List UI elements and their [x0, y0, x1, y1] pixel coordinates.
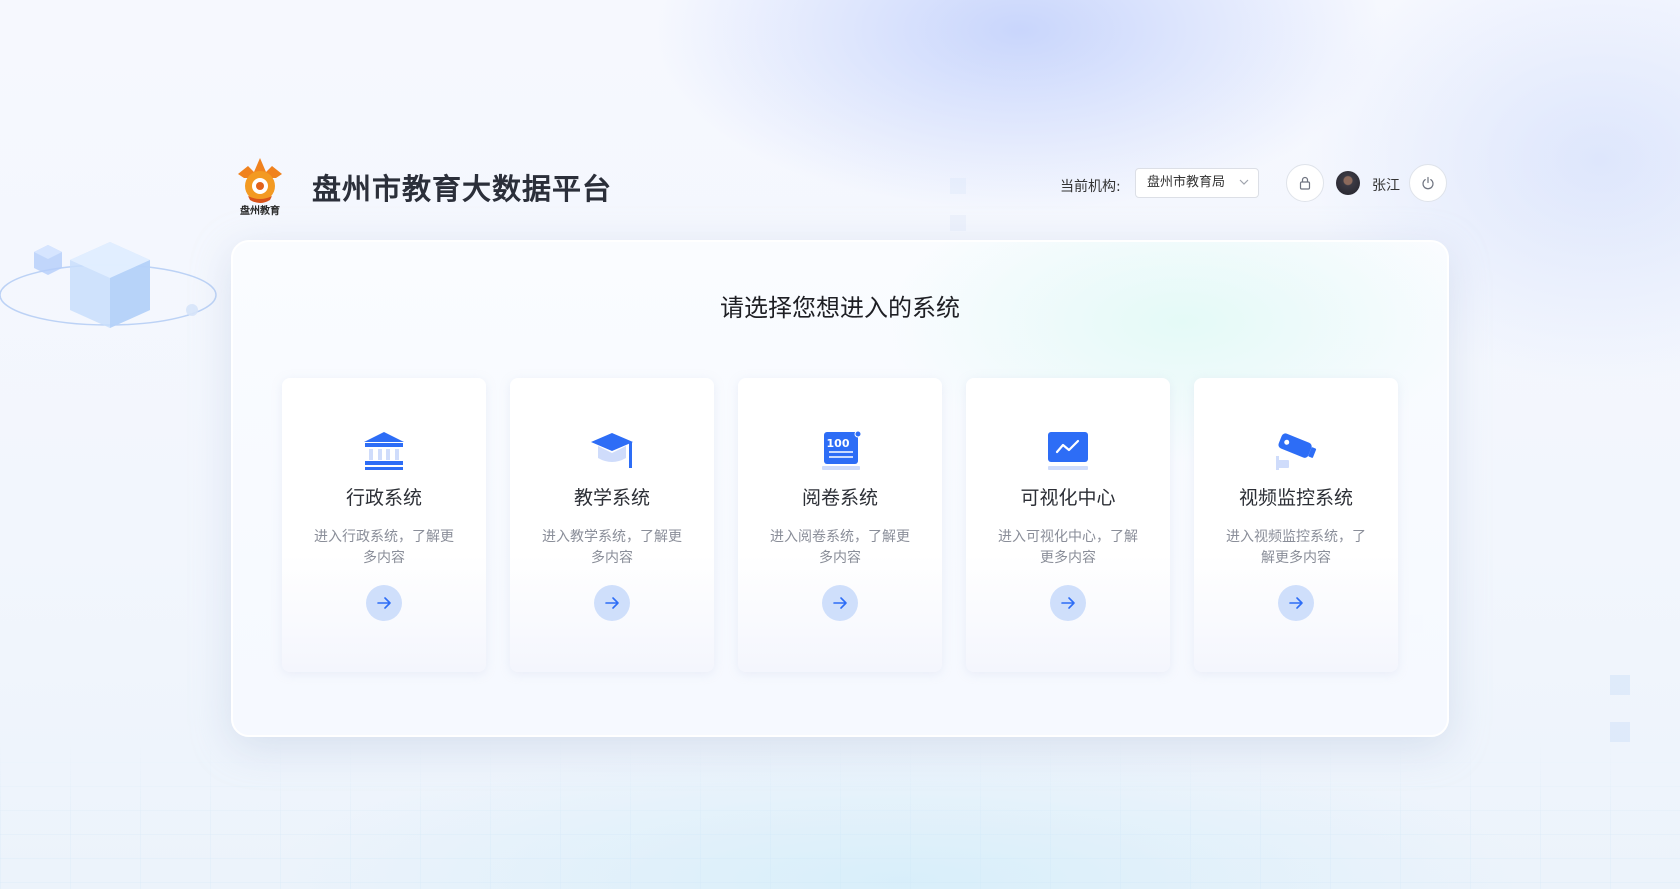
background-tile [1610, 722, 1630, 742]
logo: 盘州教育 [238, 158, 282, 217]
card-title: 教学系统 [573, 487, 650, 509]
system-card-grading[interactable]: 100 阅卷系统 进入阅卷系统，了解更多内容 [738, 378, 942, 672]
top-header: 盘州教育 盘州市教育大数据平台 当前机构: 盘州市教育局 张江 [232, 152, 1450, 218]
line-chart-icon [1048, 432, 1088, 470]
enter-button[interactable] [1278, 585, 1314, 621]
arrow-right-icon [833, 597, 847, 609]
card-description: 进入行政系统，了解更多内容 [314, 529, 454, 566]
user-name[interactable]: 张江 [1372, 175, 1400, 195]
app-title: 盘州市教育大数据平台 [312, 172, 613, 206]
panel-title: 请选择您想进入的系统 [720, 294, 960, 322]
svg-text:盘州教育: 盘州教育 [240, 204, 280, 217]
card-title: 视频监控系统 [1238, 487, 1353, 509]
enter-button[interactable] [1050, 585, 1086, 621]
card-description: 进入阅卷系统，了解更多内容 [770, 529, 910, 566]
avatar[interactable] [1336, 171, 1360, 195]
background-tile [1610, 675, 1630, 695]
bank-icon [364, 432, 404, 470]
enter-button[interactable] [366, 585, 402, 621]
card-title: 阅卷系统 [801, 487, 878, 509]
enter-button[interactable] [594, 585, 630, 621]
system-card-video-surveillance[interactable]: 视频监控系统 进入视频监控系统，了解更多内容 [1194, 378, 1398, 672]
graduation-cap-icon [591, 433, 633, 468]
arrow-right-icon [1289, 597, 1303, 609]
svg-text:100: 100 [827, 437, 850, 450]
power-icon [1422, 176, 1434, 190]
card-title: 行政系统 [345, 487, 422, 509]
lock-button[interactable] [1286, 164, 1324, 202]
card-title: 可视化中心 [1020, 487, 1116, 509]
org-label: 当前机构: [1060, 179, 1121, 195]
score-100-icon: 100 [822, 430, 862, 470]
system-card-teaching[interactable]: 教学系统 进入教学系统，了解更多内容 [510, 378, 714, 672]
enter-button[interactable] [822, 585, 858, 621]
org-select-value: 盘州市教育局 [1147, 175, 1226, 190]
background-floor-grid [0, 739, 1680, 889]
arrow-right-icon [605, 597, 619, 609]
chevron-down-icon [1239, 169, 1249, 208]
lock-icon [1299, 176, 1311, 190]
arrow-right-icon [1061, 597, 1075, 609]
logout-button[interactable] [1409, 164, 1447, 202]
arrow-right-icon [377, 597, 391, 609]
card-description: 进入可视化中心，了解更多内容 [998, 529, 1138, 566]
card-description: 进入教学系统，了解更多内容 [542, 529, 682, 566]
org-select[interactable]: 盘州市教育局 [1135, 168, 1259, 198]
system-card-admin[interactable]: 行政系统 进入行政系统，了解更多内容 [282, 378, 486, 672]
system-card-visualization[interactable]: 可视化中心 进入可视化中心，了解更多内容 [966, 378, 1170, 672]
decorative-cube-graphic [0, 242, 217, 328]
system-select-panel: 请选择您想进入的系统 行政系统 进入行政系统，了解更多内容 教学系统 进入教学系… [231, 240, 1449, 737]
cctv-camera-icon [1276, 433, 1317, 470]
card-description: 进入视频监控系统，了解更多内容 [1226, 529, 1366, 566]
